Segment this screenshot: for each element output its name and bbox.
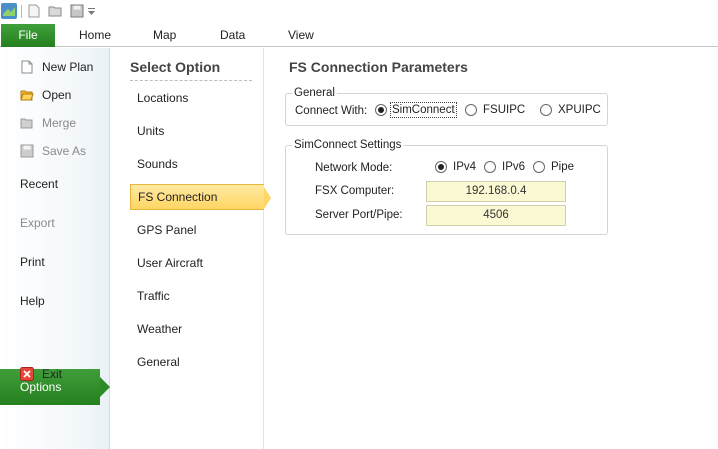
option-weather[interactable]: Weather — [130, 316, 264, 342]
menu-print[interactable]: Print — [0, 250, 110, 274]
app-icon[interactable] — [1, 3, 17, 19]
menu-recent[interactable]: Recent — [0, 172, 110, 196]
radio-ipv6[interactable] — [484, 161, 496, 173]
menu-save-as-label: Save As — [42, 144, 87, 158]
server-port-field[interactable]: 4506 — [426, 205, 566, 226]
menu-print-label: Print — [20, 255, 45, 269]
radio-ipv4[interactable] — [435, 161, 447, 173]
menu-open[interactable]: Open — [0, 83, 110, 107]
simconnect-group-label: SimConnect Settings — [292, 138, 404, 152]
merge-icon — [20, 118, 33, 129]
ribbon-tab-bar: File Home Map Data View — [0, 24, 718, 47]
option-sounds[interactable]: Sounds — [130, 151, 264, 177]
radio-simconnect[interactable] — [375, 104, 387, 116]
radio-ipv4-label[interactable]: IPv4 — [453, 160, 476, 174]
options-category-panel: Select Option Locations Units Sounds FS … — [111, 48, 271, 449]
network-mode-label: Network Mode: — [315, 162, 393, 174]
new-icon[interactable] — [27, 4, 41, 18]
new-plan-icon — [21, 60, 33, 74]
menu-new-plan-label: New Plan — [42, 60, 94, 74]
radio-pipe-label[interactable]: Pipe — [551, 160, 574, 174]
simconnect-settings-group: SimConnect Settings Network Mode: IPv4 I… — [285, 138, 608, 235]
menu-exit-label: Exit — [42, 367, 63, 381]
menu-help[interactable]: Help — [0, 289, 110, 313]
app-window: File Home Map Data View New Plan Open Me… — [0, 0, 718, 449]
option-locations[interactable]: Locations — [130, 85, 264, 111]
tab-file[interactable]: File — [1, 24, 55, 47]
options-title-divider — [130, 80, 252, 81]
exit-icon — [20, 367, 34, 381]
radio-simconnect-label[interactable]: SimConnect — [390, 102, 457, 118]
menu-new-plan[interactable]: New Plan — [0, 55, 110, 79]
fsx-computer-field[interactable]: 192.168.0.4 — [426, 181, 566, 202]
page-title: FS Connection Parameters — [289, 59, 468, 75]
general-group-label: General — [292, 86, 337, 100]
fsx-computer-label: FSX Computer: — [315, 185, 395, 197]
tab-data[interactable]: Data — [220, 24, 245, 46]
menu-save-as[interactable]: Save As — [0, 139, 110, 163]
save-as-icon — [20, 144, 34, 158]
tab-view[interactable]: View — [288, 24, 314, 46]
menu-open-label: Open — [42, 88, 72, 102]
open-folder-icon — [20, 90, 34, 101]
radio-fsuipc[interactable] — [465, 104, 477, 116]
tab-home[interactable]: Home — [79, 24, 111, 46]
radio-xpuipc[interactable] — [540, 104, 552, 116]
radio-xpuipc-label[interactable]: XPUIPC — [558, 103, 601, 117]
general-group: General Connect With: SimConnect FSUIPC … — [285, 86, 608, 126]
options-panel-title: Select Option — [130, 59, 221, 75]
menu-recent-label: Recent — [20, 177, 59, 191]
qat-separator — [21, 5, 22, 18]
menu-export[interactable]: Export — [0, 211, 110, 235]
open-icon[interactable] — [48, 4, 62, 18]
option-fs-connection[interactable]: FS Connection — [130, 184, 271, 210]
radio-ipv6-label[interactable]: IPv6 — [502, 160, 525, 174]
option-units[interactable]: Units — [130, 118, 264, 144]
menu-help-label: Help — [20, 294, 45, 308]
customize-dropdown-icon[interactable] — [87, 4, 96, 18]
radio-pipe[interactable] — [533, 161, 545, 173]
menu-exit[interactable]: Exit — [0, 362, 110, 386]
option-gps-panel[interactable]: GPS Panel — [130, 217, 264, 243]
connect-with-label: Connect With: — [295, 105, 368, 117]
option-user-aircraft[interactable]: User Aircraft — [130, 250, 264, 276]
menu-export-label: Export — [20, 216, 55, 230]
save-icon[interactable] — [70, 4, 84, 18]
option-traffic[interactable]: Traffic — [130, 283, 264, 309]
menu-merge[interactable]: Merge — [0, 111, 110, 135]
server-port-label: Server Port/Pipe: — [315, 209, 403, 221]
radio-fsuipc-label[interactable]: FSUIPC — [483, 103, 525, 117]
option-general[interactable]: General — [130, 349, 264, 375]
backstage-menu: New Plan Open Merge Save As Recent Expor… — [0, 48, 110, 449]
menu-merge-label: Merge — [42, 116, 77, 130]
fs-connection-settings: FS Connection Parameters General Connect… — [265, 48, 718, 449]
tab-map[interactable]: Map — [153, 24, 176, 46]
quick-access-toolbar — [0, 0, 718, 24]
